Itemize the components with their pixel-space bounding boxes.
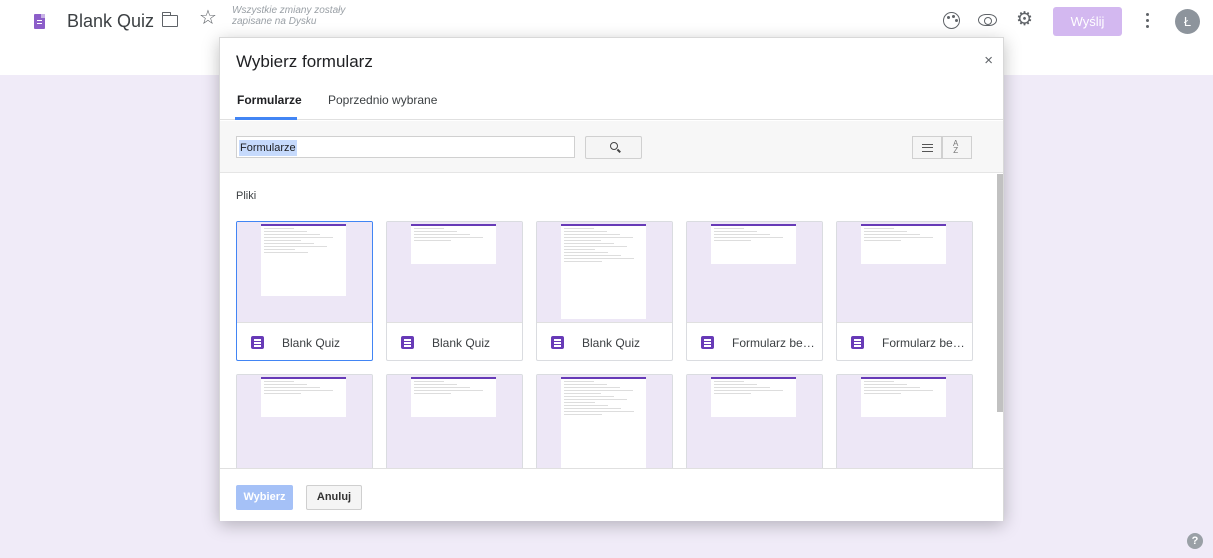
form-thumbnail bbox=[387, 375, 522, 468]
form-icon bbox=[851, 336, 864, 349]
file-card-name: Formularz bez n... bbox=[882, 336, 967, 350]
form-thumbnail bbox=[237, 375, 372, 468]
gear-icon[interactable]: ⚙ bbox=[1016, 10, 1033, 29]
file-card-name: Blank Quiz bbox=[282, 336, 341, 350]
file-card[interactable]: Blank Quiz bbox=[536, 221, 673, 361]
file-card-name: Blank Quiz bbox=[582, 336, 641, 350]
file-card[interactable] bbox=[386, 374, 523, 468]
form-icon bbox=[701, 336, 714, 349]
close-icon[interactable]: × bbox=[984, 52, 993, 69]
file-card[interactable]: Blank Quiz bbox=[386, 221, 523, 361]
active-tab-indicator bbox=[235, 117, 297, 120]
form-picker-dialog: Wybierz formularz × Formularze Poprzedni… bbox=[219, 37, 1004, 521]
tab-forms[interactable]: Formularze bbox=[237, 93, 302, 107]
form-thumbnail bbox=[687, 375, 822, 468]
save-status: Wszystkie zmiany zostały zapisane na Dys… bbox=[232, 5, 346, 27]
file-card[interactable]: Formularz bez n... bbox=[686, 221, 823, 361]
palette-icon[interactable] bbox=[943, 12, 960, 29]
folder-icon[interactable] bbox=[161, 12, 178, 27]
form-icon bbox=[551, 336, 564, 349]
file-card[interactable] bbox=[686, 374, 823, 468]
file-list: Pliki Blank Quiz Blank Quiz Blank Quiz Form… bbox=[220, 174, 1003, 468]
form-thumbnail bbox=[837, 375, 972, 468]
scrollbar[interactable] bbox=[997, 174, 1003, 412]
send-button[interactable]: Wyślij bbox=[1053, 7, 1122, 36]
search-button[interactable] bbox=[585, 136, 642, 159]
preview-eye-icon[interactable] bbox=[978, 14, 997, 26]
form-thumbnail bbox=[837, 222, 972, 323]
help-icon[interactable]: ? bbox=[1187, 533, 1203, 549]
select-button[interactable]: Wybierz bbox=[236, 485, 293, 510]
forms-app-icon[interactable] bbox=[34, 14, 45, 29]
list-view-icon bbox=[922, 144, 933, 152]
star-icon[interactable]: ☆ bbox=[199, 8, 217, 28]
section-label-files: Pliki bbox=[236, 190, 257, 202]
search-input[interactable]: Formularze bbox=[236, 136, 575, 158]
file-card[interactable]: Blank Quiz bbox=[236, 221, 373, 361]
document-title[interactable]: Blank Quiz bbox=[67, 11, 154, 32]
form-thumbnail bbox=[537, 222, 672, 323]
sort-button[interactable]: AZ bbox=[942, 136, 972, 159]
form-thumbnail bbox=[387, 222, 522, 323]
file-card-name: Formularz bez n... bbox=[732, 336, 817, 350]
form-icon bbox=[401, 336, 414, 349]
form-icon bbox=[251, 336, 264, 349]
dialog-header: Wybierz formularz × Formularze Poprzedni… bbox=[220, 38, 1003, 120]
file-card[interactable] bbox=[836, 374, 973, 468]
file-card[interactable] bbox=[536, 374, 673, 468]
file-card[interactable] bbox=[236, 374, 373, 468]
file-card-name: Blank Quiz bbox=[432, 336, 491, 350]
search-input-value: Formularze bbox=[239, 140, 297, 156]
form-thumbnail bbox=[537, 375, 672, 468]
form-thumbnail bbox=[687, 222, 822, 323]
search-toolbar: Formularze AZ bbox=[220, 121, 1003, 173]
dialog-title: Wybierz formularz bbox=[236, 52, 373, 71]
cancel-button[interactable]: Anuluj bbox=[306, 485, 362, 510]
search-icon bbox=[610, 142, 618, 150]
sort-az-icon: AZ bbox=[953, 139, 959, 155]
file-card[interactable]: Formularz bez n... bbox=[836, 221, 973, 361]
avatar[interactable]: Ł bbox=[1175, 9, 1200, 34]
list-view-button[interactable] bbox=[912, 136, 942, 159]
tab-recent[interactable]: Poprzednio wybrane bbox=[328, 93, 437, 107]
dialog-footer: Wybierz Anuluj bbox=[220, 468, 1003, 521]
form-thumbnail bbox=[237, 222, 372, 323]
more-vert-icon[interactable] bbox=[1146, 12, 1150, 30]
